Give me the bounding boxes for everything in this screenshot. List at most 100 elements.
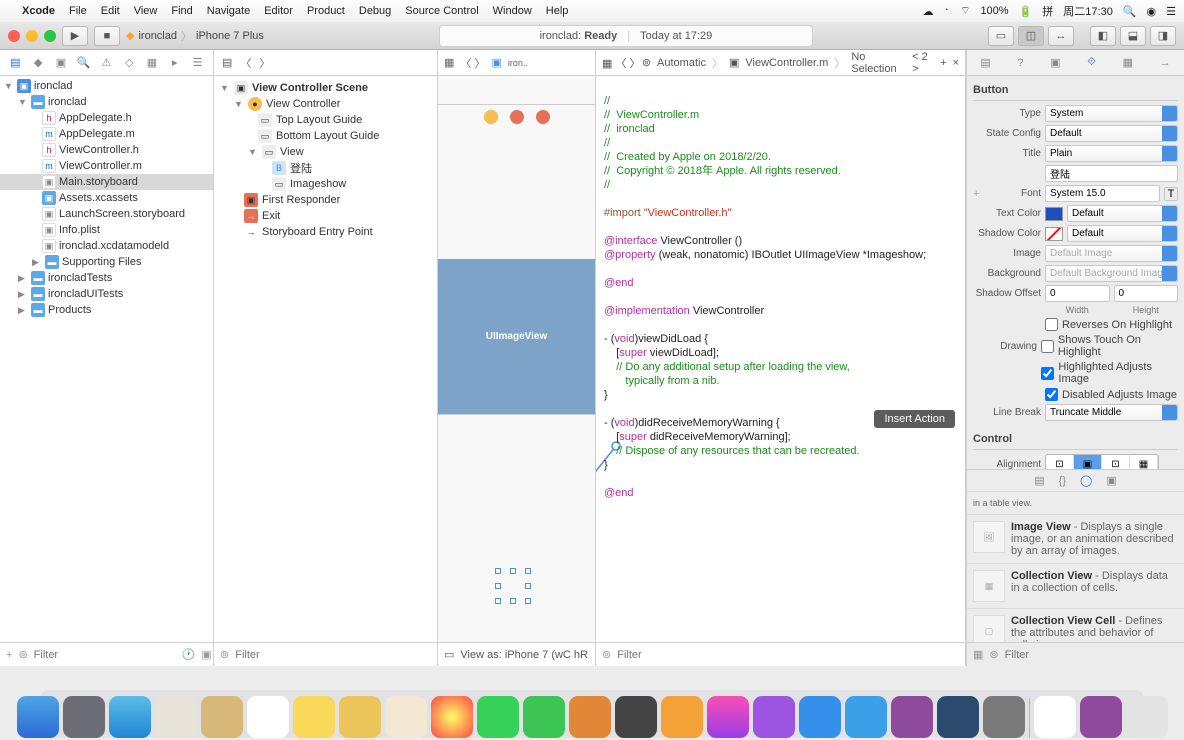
bluetooth-icon[interactable]: ᛫ <box>943 5 950 17</box>
bg-select[interactable]: Default Background Image <box>1045 265 1178 282</box>
library-filter[interactable] <box>1005 649 1178 661</box>
lib-filter-icon[interactable]: ⊚ <box>989 648 998 661</box>
lib-object-icon[interactable]: ◯ <box>1080 474 1092 487</box>
trash-icon[interactable] <box>1126 696 1168 738</box>
outline-filter-icon[interactable]: ⊚ <box>220 648 229 661</box>
app-name[interactable]: Xcode <box>22 5 55 17</box>
highlight-adjusts-check[interactable] <box>1041 367 1054 380</box>
contacts-icon[interactable] <box>201 696 243 738</box>
exit-proxy-icon[interactable] <box>536 110 550 124</box>
stop-button[interactable]: ■ <box>94 26 120 46</box>
file-inspector-icon[interactable]: ▤ <box>980 56 990 69</box>
outline-toggle-icon[interactable]: ▤ <box>222 56 232 69</box>
reminders-icon[interactable] <box>339 696 381 738</box>
offset-w[interactable]: 0 <box>1045 285 1110 302</box>
file-launchscreen[interactable]: ▣LaunchScreen.storyboard <box>0 206 213 222</box>
debug-nav-icon[interactable]: ▦ <box>144 56 160 69</box>
view-item[interactable]: ▼▭View <box>214 144 437 160</box>
scene-item[interactable]: ▼▣View Controller Scene <box>214 80 437 96</box>
menu-navigate[interactable]: Navigate <box>207 5 250 17</box>
launchpad-icon[interactable] <box>63 696 105 738</box>
calendar-icon[interactable] <box>247 696 289 738</box>
lib-file-icon[interactable]: ▤ <box>1034 474 1044 487</box>
cloud-icon[interactable]: ☁︎ <box>922 5 933 18</box>
shadow-color-swatch[interactable] <box>1045 227 1063 241</box>
login-button-item[interactable]: B登陆 <box>214 160 437 176</box>
help-inspector-icon[interactable]: ? <box>1017 57 1023 69</box>
imageshow-item[interactable]: ▭Imageshow <box>214 176 437 192</box>
shows-touch-check[interactable] <box>1041 340 1054 353</box>
panda-icon[interactable] <box>1034 696 1076 738</box>
image-select[interactable]: Default Image <box>1045 245 1178 262</box>
run-button[interactable]: ▶ <box>62 26 88 46</box>
source-control-nav-icon[interactable]: ◆ <box>30 56 46 69</box>
editor-jump-bar[interactable]: ▦ 〈 〉 ⊚Automatic〉 ▣ViewController.m〉 No … <box>596 50 965 76</box>
folder-uitests[interactable]: ▶▬ironcladUITests <box>0 286 213 302</box>
find-nav-icon[interactable]: 🔍 <box>76 56 92 69</box>
lib-collectionviewcell[interactable]: ▢Collection View Cell - Defines the attr… <box>967 609 1184 642</box>
menu-editor[interactable]: Editor <box>264 5 293 17</box>
scm-icon[interactable]: ▣ <box>201 648 211 661</box>
entry-point-item[interactable]: →Storyboard Entry Point <box>214 224 437 240</box>
linebreak-select[interactable]: Truncate Middle <box>1045 404 1178 421</box>
symbol-nav-icon[interactable]: ▣ <box>53 56 69 69</box>
menu-help[interactable]: Help <box>546 5 569 17</box>
issue-nav-icon[interactable]: ⚠ <box>98 56 114 69</box>
menu-file[interactable]: File <box>69 5 87 17</box>
pages-icon[interactable] <box>569 696 611 738</box>
wifi-icon[interactable]: ⌔ <box>960 4 970 18</box>
back-icon[interactable]: 〈 <box>240 55 251 71</box>
identity-inspector-icon[interactable]: ▣ <box>1050 56 1060 69</box>
fr-proxy-icon[interactable] <box>510 110 524 124</box>
lib-media-icon[interactable]: ▣ <box>1106 474 1116 487</box>
uiimageview-placeholder[interactable]: UIImageView <box>438 259 595 414</box>
bottom-layout-guide[interactable]: ▭Bottom Layout Guide <box>214 128 437 144</box>
lib-code-icon[interactable]: {} <box>1059 475 1066 487</box>
zoom-window[interactable] <box>44 30 56 42</box>
lib-grid-icon[interactable]: ▦ <box>973 648 983 661</box>
toggle-debug-button[interactable]: ⬓ <box>1120 26 1146 46</box>
input-icon[interactable]: 拼 <box>1042 3 1053 19</box>
spotlight-icon[interactable]: 🔍 <box>1123 5 1137 18</box>
toggle-navigator-button[interactable]: ◧ <box>1090 26 1116 46</box>
breakpoint-nav-icon[interactable]: ▸ <box>167 56 183 69</box>
menu-debug[interactable]: Debug <box>359 5 391 17</box>
file-appdelegate-m[interactable]: mAppDelegate.m <box>0 126 213 142</box>
connections-inspector-icon[interactable]: → <box>1160 57 1171 69</box>
recent-icon[interactable]: 🕐 <box>182 648 196 661</box>
size-inspector-icon[interactable]: ▦ <box>1123 56 1133 69</box>
notes-icon[interactable] <box>293 696 335 738</box>
menu-find[interactable]: Find <box>171 5 192 17</box>
related-icon[interactable]: ▦ <box>444 56 454 69</box>
vc-proxy-icon[interactable] <box>484 110 498 124</box>
siri-icon[interactable]: ◉ <box>1147 5 1157 18</box>
xcode-icon[interactable] <box>937 696 979 738</box>
itunes-icon[interactable] <box>707 696 749 738</box>
viewcontroller-item[interactable]: ▼●View Controller <box>214 96 437 112</box>
offset-h[interactable]: 0 <box>1114 285 1179 302</box>
project-root[interactable]: ▼▣ironclad <box>0 78 213 94</box>
editor-filter[interactable] <box>617 649 959 661</box>
font-input[interactable]: System 15.0 <box>1045 185 1160 202</box>
facetime-icon[interactable] <box>523 696 565 738</box>
exit-item[interactable]: →Exit <box>214 208 437 224</box>
mail-icon[interactable] <box>155 696 197 738</box>
first-responder-item[interactable]: ▣First Responder <box>214 192 437 208</box>
finder-icon[interactable] <box>17 696 59 738</box>
title-select[interactable]: Plain <box>1045 145 1178 162</box>
appstore-icon[interactable] <box>799 696 841 738</box>
safari-icon[interactable] <box>109 696 151 738</box>
settings-icon[interactable] <box>983 696 1025 738</box>
close-window[interactable] <box>8 30 20 42</box>
shadow-color-select[interactable]: Default <box>1067 225 1178 242</box>
title-input[interactable]: 登陆 <box>1045 165 1178 182</box>
type-select[interactable]: System <box>1045 105 1178 122</box>
state-config-select[interactable]: Default <box>1045 125 1178 142</box>
folder-ironclad[interactable]: ▼▬ironclad <box>0 94 213 110</box>
photos-icon[interactable] <box>431 696 473 738</box>
forward-icon[interactable]: 〉 <box>259 55 270 71</box>
source-code[interactable]: // // ViewController.m // ironclad // //… <box>596 76 965 642</box>
menu-product[interactable]: Product <box>307 5 345 17</box>
messages-icon[interactable] <box>477 696 519 738</box>
menu-view[interactable]: View <box>134 5 158 17</box>
